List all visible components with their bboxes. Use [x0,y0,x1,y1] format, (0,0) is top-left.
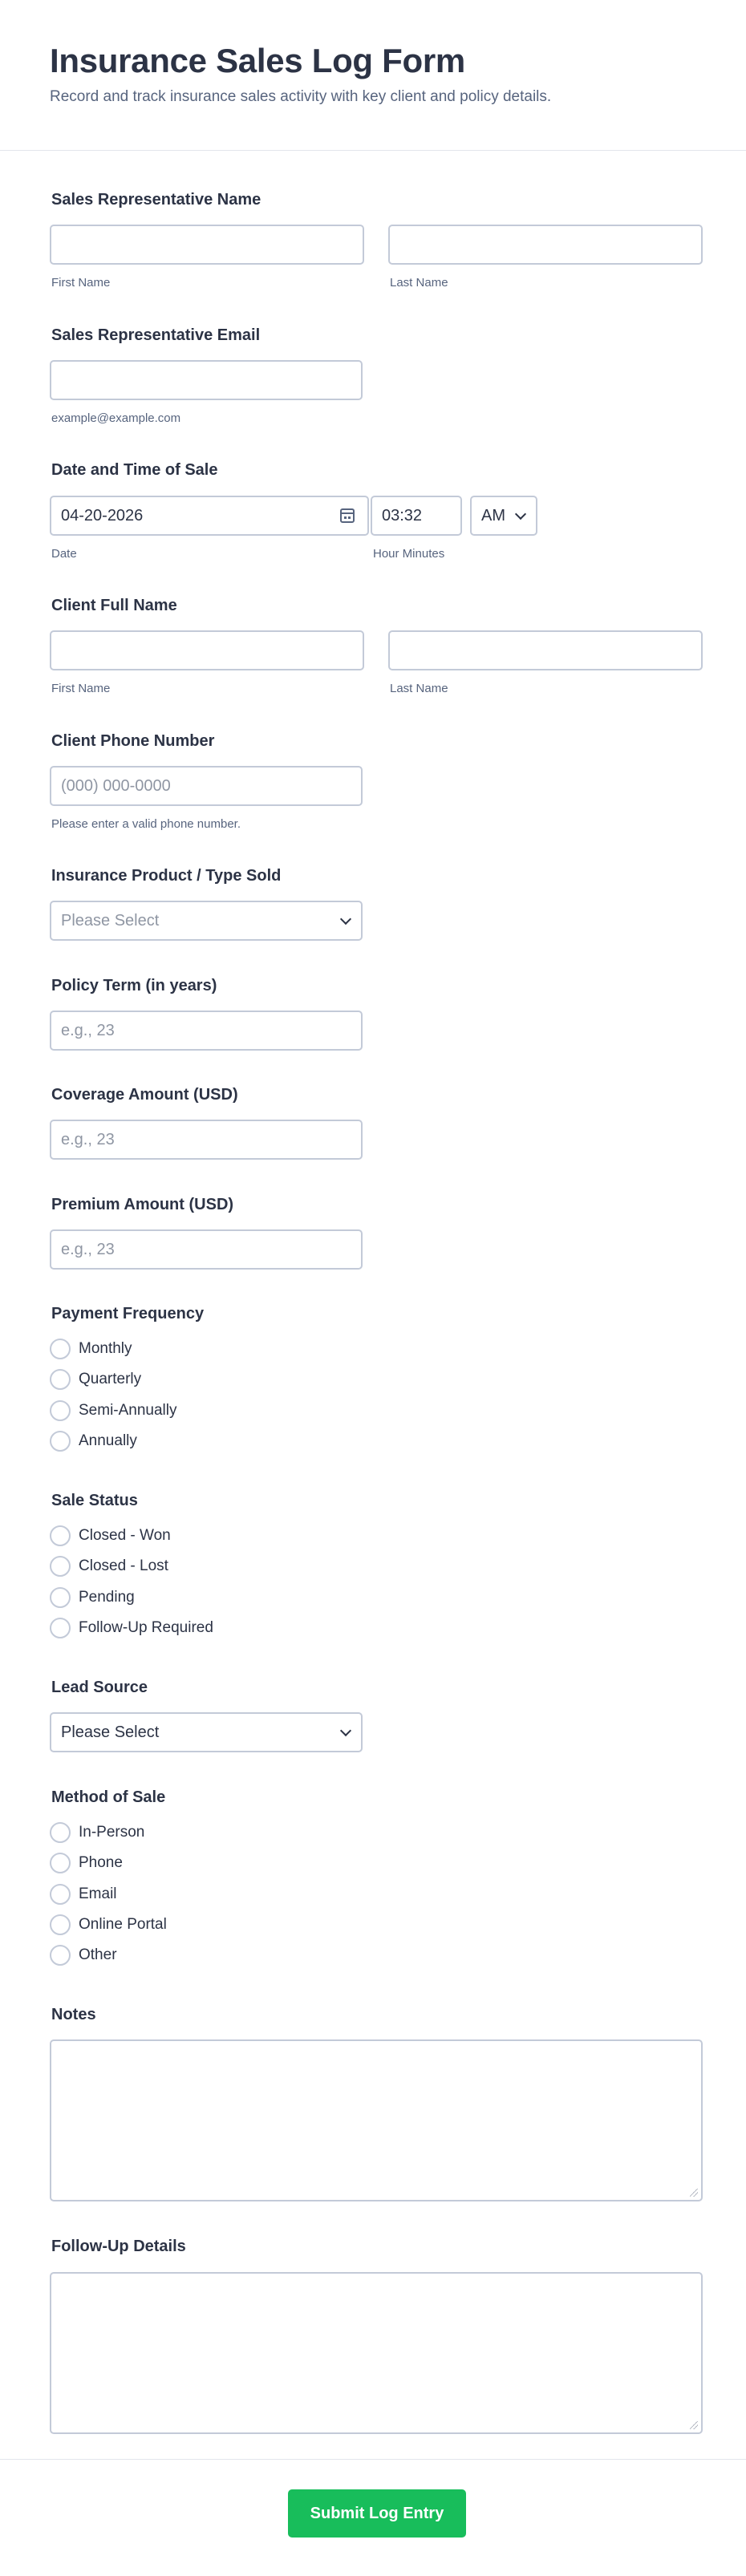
product-select[interactable]: Please Select [50,901,363,941]
date-value: 04-20-2026 [61,506,144,525]
chevron-down-icon [514,508,527,520]
client-first-name-input[interactable] [50,630,364,670]
radio-button[interactable] [50,1369,71,1390]
method-option[interactable]: Phone [50,1851,123,1875]
rep-name-label: Sales Representative Name [51,191,262,209]
method-option[interactable]: In-Person [50,1821,144,1845]
rep-email-label: Sales Representative Email [51,326,261,344]
method-option[interactable]: Other [50,1943,117,1967]
radio-button[interactable] [50,1884,71,1905]
radio-button[interactable] [50,1853,71,1873]
submit-button[interactable]: Submit Log Entry [288,2489,466,2538]
rep-first-name-sublabel: First Name [51,276,111,290]
client-phone-sublabel: Please enter a valid phone number. [51,817,241,831]
payment-frequency-option[interactable]: Semi-Annually [50,1399,177,1423]
ampm-value: AM [481,506,505,525]
method-option[interactable]: Online Portal [50,1913,167,1937]
date-input[interactable]: 04-20-2026 [50,496,369,536]
client-last-name-input[interactable] [388,630,703,670]
client-phone-label: Client Phone Number [51,732,215,750]
policy-term-label: Policy Term (in years) [51,977,217,994]
radio-label: Closed - Lost [79,1557,168,1574]
radio-button[interactable] [50,1525,71,1546]
radio-label: Pending [79,1589,135,1606]
radio-button[interactable] [50,1945,71,1966]
client-last-name-sublabel: Last Name [390,682,448,695]
form-header: Insurance Sales Log Form Record and trac… [0,0,746,151]
radio-label: Online Portal [79,1916,167,1933]
lead-source-select[interactable]: Please Select [50,1712,363,1752]
follow-up-textarea[interactable] [50,2272,703,2434]
sale-status-option[interactable]: Follow-Up Required [50,1616,213,1640]
product-label: Insurance Product / Type Sold [51,867,282,885]
payment-frequency-label: Payment Frequency [51,1305,205,1322]
radio-label: Phone [79,1854,123,1871]
radio-label: Follow-Up Required [79,1619,213,1636]
resize-handle-icon[interactable] [690,2421,698,2429]
premium-input[interactable]: e.g., 23 [50,1229,363,1270]
radio-label: Other [79,1946,117,1963]
coverage-input[interactable]: e.g., 23 [50,1120,363,1160]
radio-button[interactable] [50,1556,71,1577]
ampm-select[interactable]: AM [470,496,537,536]
product-selected: Please Select [61,911,160,930]
radio-label: In-Person [79,1824,145,1841]
sale-status-label: Sale Status [51,1492,138,1509]
radio-label: Monthly [79,1340,132,1357]
follow-up-label: Follow-Up Details [51,2238,186,2255]
rep-last-name-input[interactable] [388,225,703,265]
form-subtitle: Record and track insurance sales activit… [50,88,552,105]
radio-button[interactable] [50,1400,71,1421]
radio-label: Annually [79,1432,137,1449]
radio-button[interactable] [50,1587,71,1608]
policy-term-input[interactable]: e.g., 23 [50,1011,363,1051]
rep-first-name-input[interactable] [50,225,364,265]
rep-email-sublabel: example@example.com [51,411,181,425]
coverage-label: Coverage Amount (USD) [51,1086,238,1104]
form-title: Insurance Sales Log Form [50,42,465,79]
time-input[interactable]: 03:32 [371,496,462,536]
radio-button[interactable] [50,1914,71,1935]
sale-status-option[interactable]: Closed - Won [50,1524,171,1548]
date-sublabel: Date [51,547,77,561]
time-sublabel: Hour Minutes [373,547,445,561]
notes-textarea[interactable] [50,2039,703,2201]
method-label: Method of Sale [51,1788,166,1806]
lead-source-selected: Please Select [61,1723,160,1741]
chevron-down-icon [339,913,352,925]
radio-label: Email [79,1885,117,1902]
payment-frequency-option[interactable]: Quarterly [50,1367,141,1391]
radio-label: Closed - Won [79,1527,171,1544]
payment-frequency-option[interactable]: Annually [50,1429,137,1453]
sale-status-option[interactable]: Pending [50,1586,135,1610]
resize-handle-icon[interactable] [690,2189,698,2197]
footer-divider [0,2459,746,2460]
client-first-name-sublabel: First Name [51,682,111,695]
lead-source-label: Lead Source [51,1679,148,1696]
radio-button[interactable] [50,1339,71,1359]
method-option[interactable]: Email [50,1882,117,1906]
calendar-icon[interactable] [340,508,355,523]
rep-email-input[interactable] [50,360,363,400]
radio-label: Quarterly [79,1371,142,1387]
payment-frequency-option[interactable]: Monthly [50,1337,132,1361]
chevron-down-icon [339,1724,352,1737]
rep-last-name-sublabel: Last Name [390,276,448,290]
client-phone-input[interactable]: (000) 000-0000 [50,766,363,806]
radio-button[interactable] [50,1431,71,1452]
radio-label: Semi-Annually [79,1402,177,1419]
notes-label: Notes [51,2006,96,2023]
sale-status-option[interactable]: Closed - Lost [50,1554,168,1578]
premium-label: Premium Amount (USD) [51,1196,234,1213]
datetime-label: Date and Time of Sale [51,461,218,479]
client-name-label: Client Full Name [51,597,177,614]
radio-button[interactable] [50,1618,71,1638]
radio-button[interactable] [50,1822,71,1843]
